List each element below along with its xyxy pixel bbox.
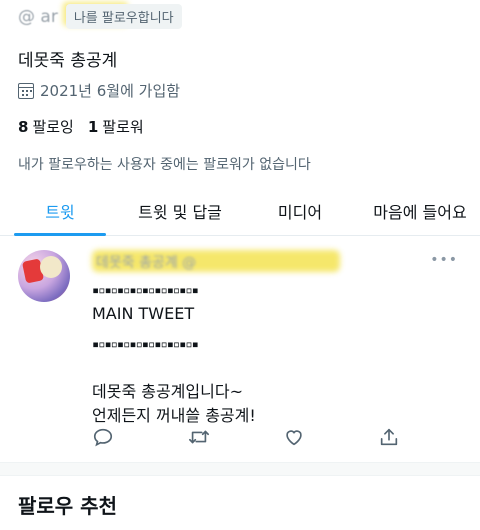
tweet-author-text: 데못죽 총공계 @ — [96, 255, 197, 271]
follow-suggestions-heading: 팔로우 추천 — [18, 494, 117, 518]
avatar[interactable] — [18, 250, 70, 302]
tweet-line: MAIN TWEET — [92, 304, 195, 323]
tweet-spacer — [92, 356, 460, 380]
tab-likes[interactable]: 마음에 들어요 — [360, 186, 480, 235]
followers-label: 팔로워 — [102, 118, 144, 136]
profile-display-name: 데못죽 총공계 — [18, 51, 118, 71]
follows-you-badge: 나를 팔로우합니다 — [65, 4, 182, 29]
retweet-icon[interactable] — [187, 426, 211, 448]
profile-handle: @ ar — [18, 6, 58, 27]
tweet-author[interactable]: 데못죽 총공계 @ — [92, 250, 340, 272]
tweet-actions — [92, 426, 400, 448]
tweet-body: ▪▫▪▫▪▫▪▫▪▫▪▫▪▫▪▫▪ MAIN TWEET ▪▫▪▫▪▫▪▫▪▫▪… — [92, 278, 460, 428]
tweet[interactable]: 데못죽 총공계 @ ••• ▪▫▪▫▪▫▪▫▪▫▪▫▪▫▪▫▪ MAIN TWE… — [0, 236, 480, 462]
following-count: 8 — [18, 118, 29, 136]
join-date: 2021년 6월에 가입함 — [18, 80, 480, 101]
tweet-line: ▪▫▪▫▪▫▪▫▪▫▪▫▪▫▪▫▪ — [92, 283, 199, 297]
following-label: 팔로잉 — [32, 118, 74, 136]
more-options-icon[interactable]: ••• — [430, 252, 458, 268]
followers-link[interactable]: 1 팔로워 — [88, 116, 144, 137]
share-icon[interactable] — [378, 426, 400, 448]
mutual-followers-note: 내가 팔로우하는 사용자 중에는 팔로워가 없습니다 — [18, 157, 311, 173]
calendar-icon — [18, 82, 34, 99]
tab-media[interactable]: 미디어 — [240, 186, 360, 235]
tweet-line: ▪▫▪▫▪▫▪▫▪▫▪▫▪▫▪▫▪ — [92, 337, 199, 351]
like-icon[interactable] — [283, 426, 305, 448]
tab-tweets[interactable]: 트윗 — [0, 186, 120, 236]
following-link[interactable]: 8 팔로잉 — [18, 116, 74, 137]
reply-icon[interactable] — [92, 426, 114, 448]
tweet-line: 데못죽 총공계입니다~ — [92, 382, 243, 401]
join-date-text: 2021년 6월에 가입함 — [40, 82, 181, 100]
follow-stats: 8 팔로잉 1 팔로워 — [18, 116, 480, 137]
profile-tabs: 트윗 트윗 및 답글 미디어 마음에 들어요 — [0, 186, 480, 236]
section-divider — [0, 462, 480, 476]
profile-handle-row: @ ar 나를 팔로우합니다 — [18, 2, 480, 29]
tweet-line: 언제든지 꺼내쓸 총공계! — [92, 406, 256, 425]
followers-count: 1 — [87, 118, 99, 136]
tab-tweets-and-replies[interactable]: 트윗 및 답글 — [120, 186, 240, 235]
